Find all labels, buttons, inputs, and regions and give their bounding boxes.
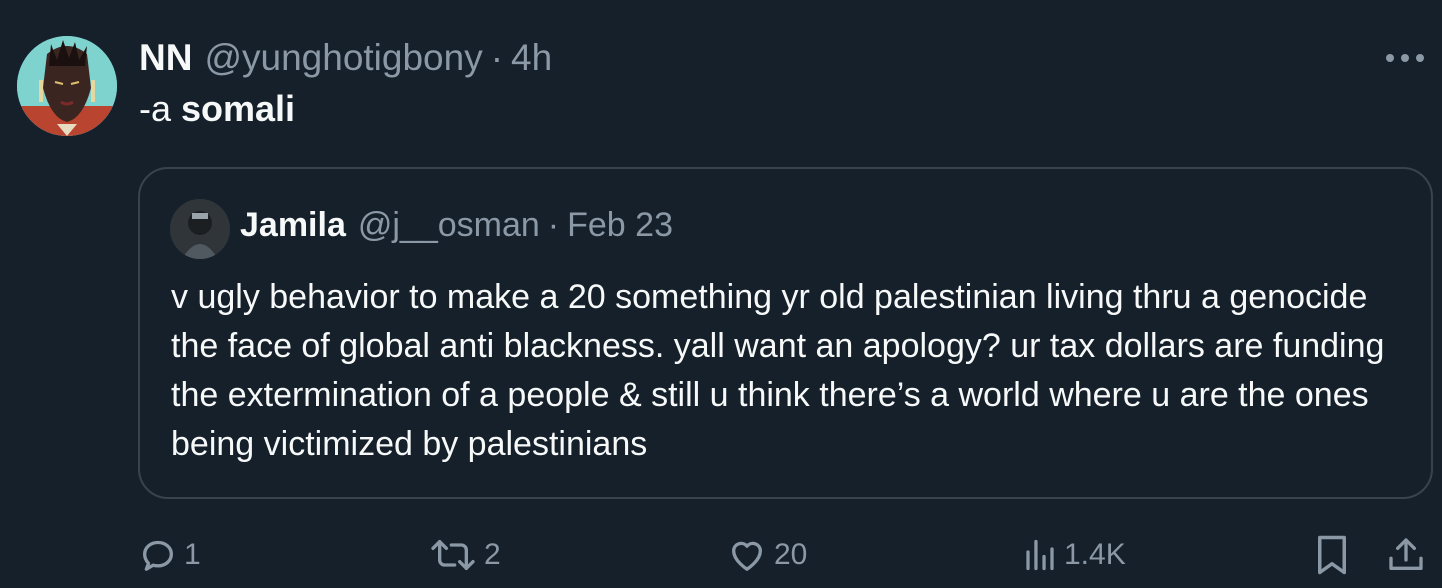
like-icon [732,541,762,571]
views-count: 1.4K [1064,538,1126,571]
action-bar: 1 2 20 1.4K [0,532,1442,578]
views-button[interactable]: 1.4K [1022,532,1126,578]
tweet-timestamp[interactable]: 4h [511,37,552,79]
author-avatar[interactable] [17,36,117,136]
bookmark-icon [1318,535,1346,575]
retweet-icon [431,540,475,570]
tweet[interactable]: NN @yunghotigbony · 4h -a somali Jamila … [0,0,1442,588]
tweet-text-prefix: -a [139,88,182,129]
quoted-tweet-date[interactable]: Feb 23 [567,206,673,245]
tweet-text: -a somali [139,88,295,130]
tweet-header: NN @yunghotigbony · 4h [139,36,552,80]
quoted-author-name[interactable]: Jamila [240,206,346,245]
views-icon [1026,539,1054,571]
more-icon [1386,54,1424,62]
author-name[interactable]: NN [139,37,192,79]
more-options-button[interactable] [1380,40,1430,76]
tweet-text-bold: somali [181,88,296,129]
quoted-author-avatar[interactable] [170,199,230,259]
share-icon [1389,538,1423,570]
quoted-author-handle[interactable]: @j__osman [358,206,540,245]
quoted-tweet[interactable]: Jamila @j__osman · Feb 23 v ugly behavio… [138,167,1433,499]
retweet-count: 2 [484,538,501,571]
share-button[interactable] [1386,532,1426,578]
author-handle[interactable]: @yunghotigbony [204,37,482,79]
header-separator: · [490,37,504,78]
quoted-header-separator: · [547,205,560,244]
reply-button[interactable]: 1 [138,532,201,578]
like-count: 20 [774,538,808,571]
quoted-tweet-header: Jamila @j__osman · Feb 23 [240,205,673,245]
like-button[interactable]: 20 [726,532,807,578]
bookmark-button[interactable] [1314,532,1350,578]
reply-icon [143,540,173,571]
quoted-tweet-text: v ugly behavior to make a 20 something y… [171,278,1385,463]
reply-count: 1 [184,538,201,571]
retweet-button[interactable]: 2 [428,532,501,578]
